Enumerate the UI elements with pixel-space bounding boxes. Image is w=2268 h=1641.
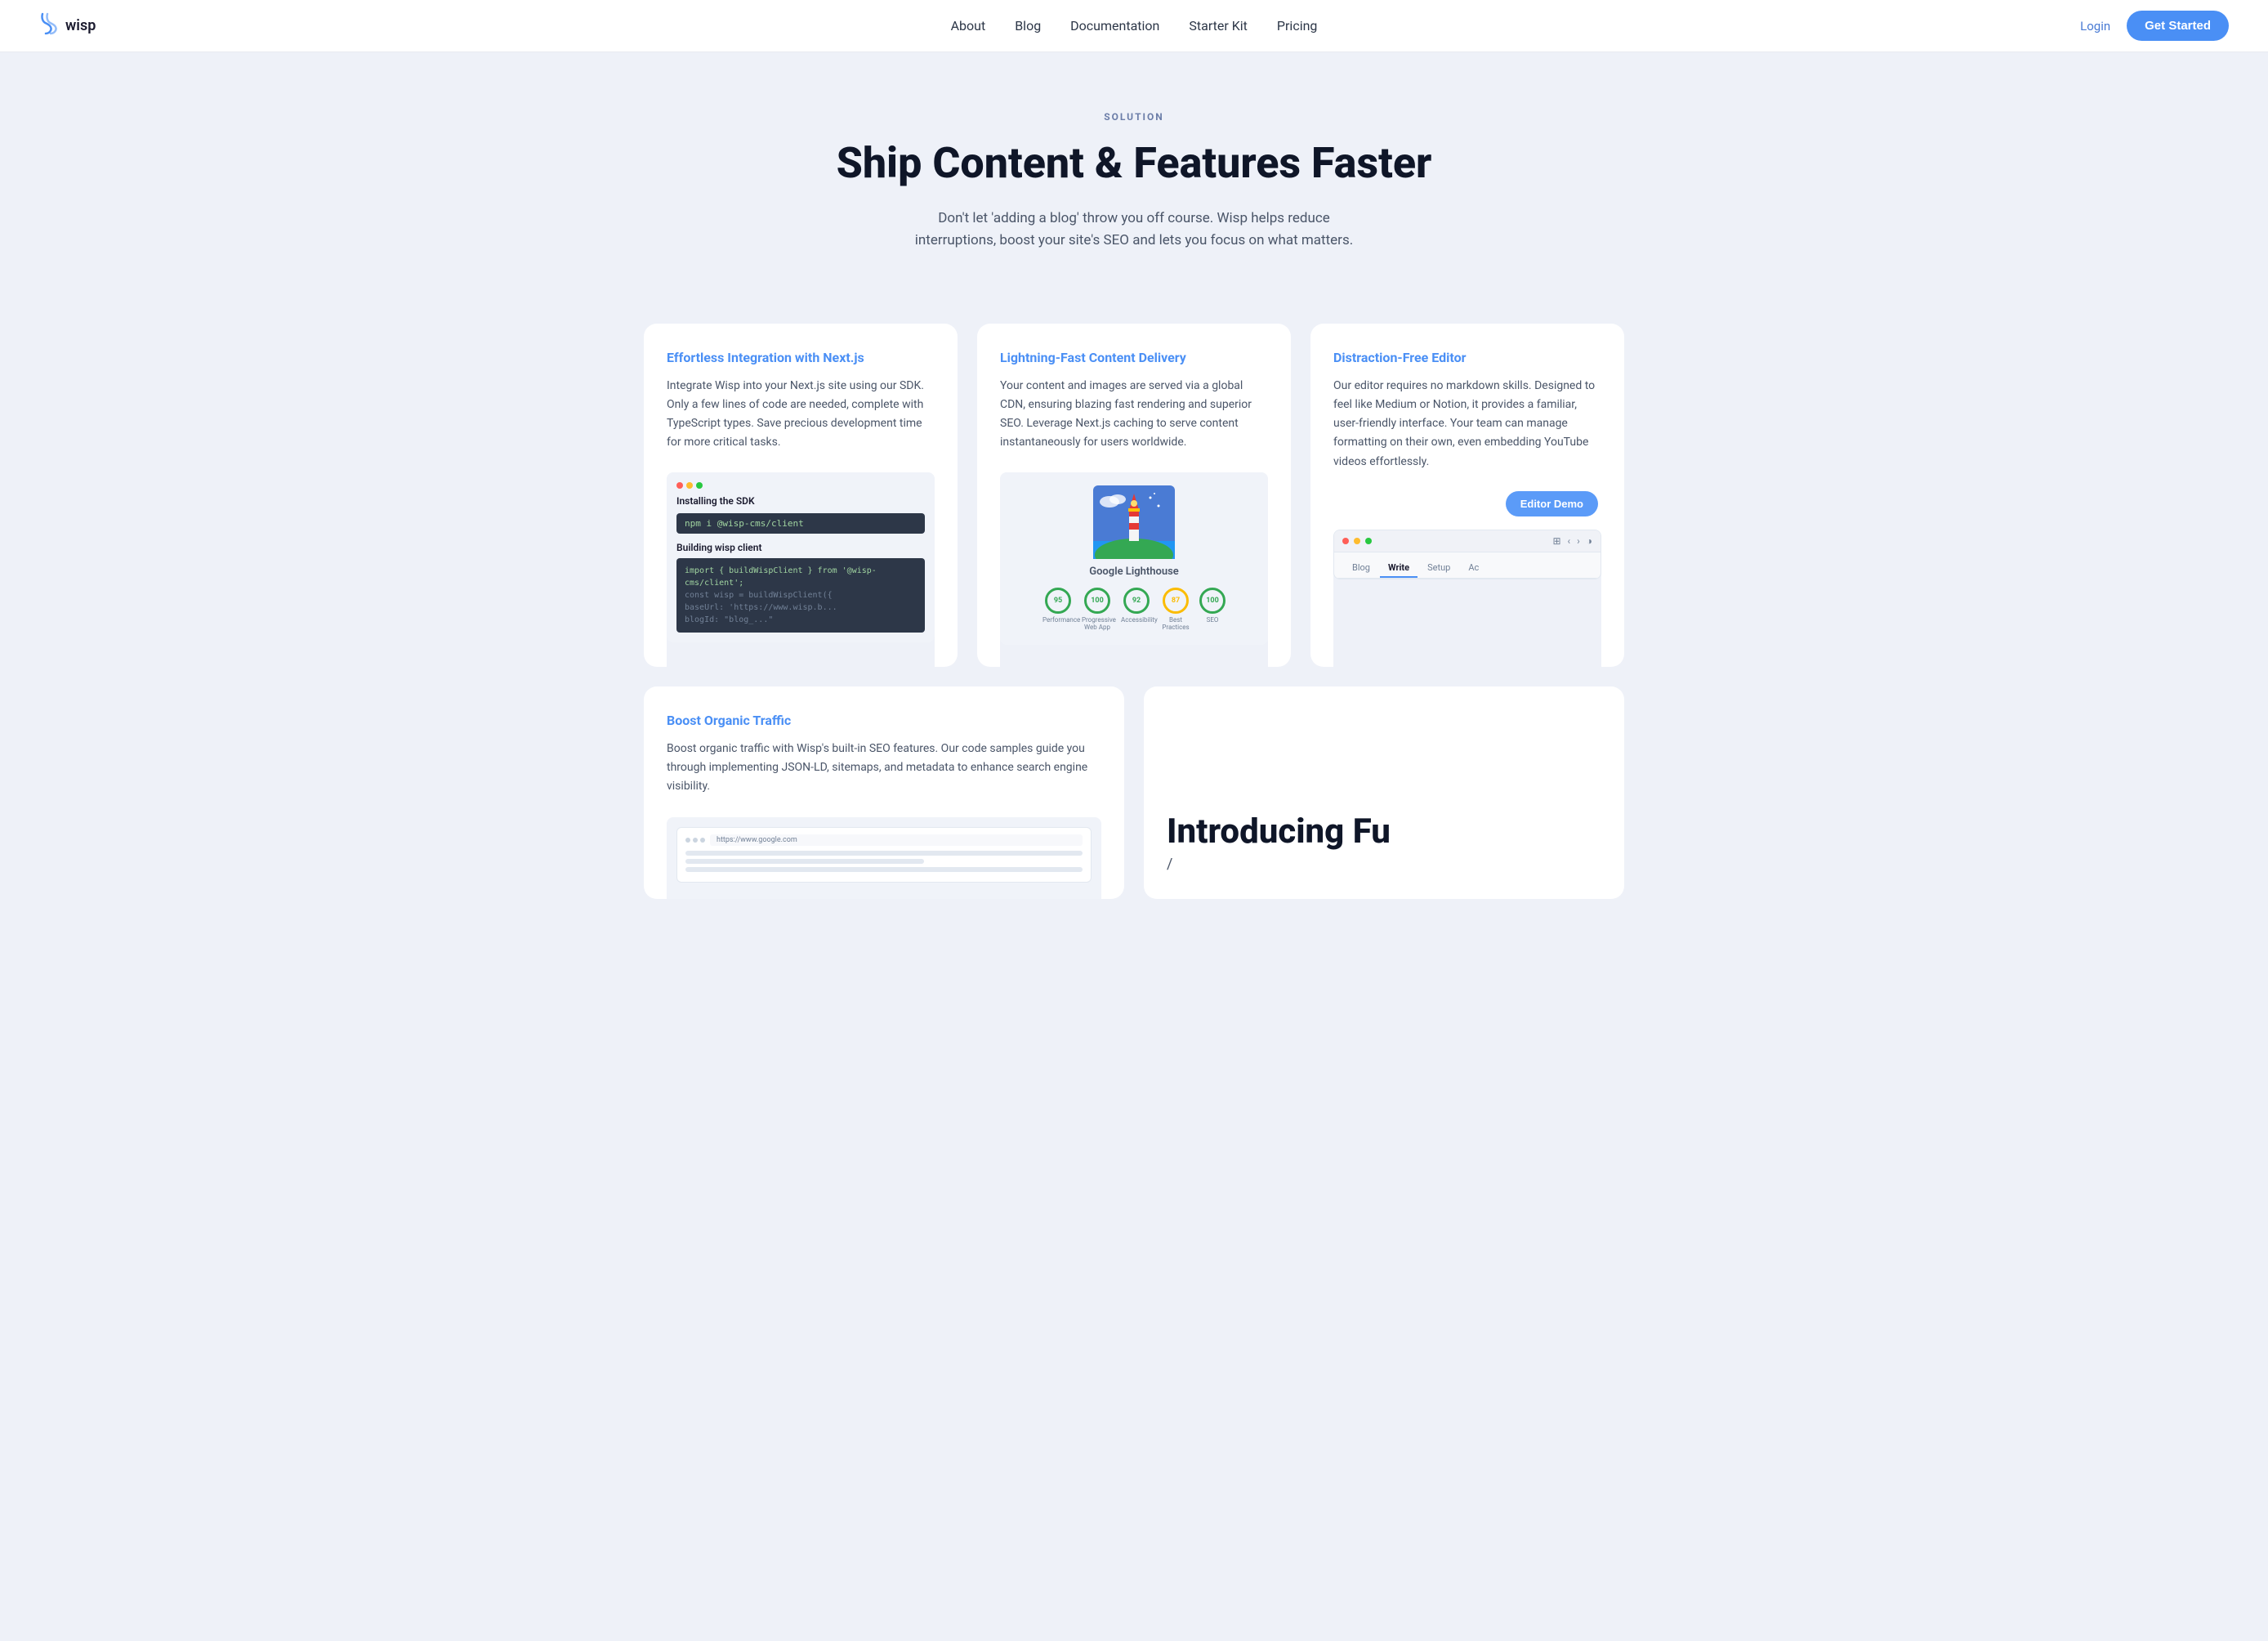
card-cdn-title: Lightning-Fast Content Delivery [1000, 350, 1268, 365]
cards-grid-bottom: Boost Organic Traffic Boost organic traf… [644, 686, 1624, 899]
editor-tab-ac[interactable]: Ac [1460, 559, 1487, 578]
mockup-cmd: npm i @wisp-cms/client [676, 513, 925, 534]
lh-score-circle-acc: 92 [1123, 588, 1150, 614]
code-line-1: import { buildWispClient } from '@wisp-c… [685, 565, 917, 589]
lighthouse-scores: 95 Performance 100 Progressive Web App 9… [1042, 588, 1226, 632]
nav-link-starter[interactable]: Starter Kit [1189, 18, 1248, 34]
card-introducing: Introducing Fu / [1144, 686, 1624, 899]
content-line-1 [685, 851, 1083, 856]
editor-bar: ⊞ ‹ › ◑ [1334, 530, 1601, 552]
editor-demo-button[interactable]: Editor Demo [1506, 491, 1598, 516]
content-line-3 [685, 867, 1083, 872]
content-line-2 [685, 859, 924, 864]
card-cdn-body: Your content and images are served via a… [1000, 377, 1268, 452]
bm-dot-1 [685, 838, 690, 843]
hero-subtitle: Don't let 'adding a blog' throw you off … [905, 208, 1363, 252]
editor-tab-setup[interactable]: Setup [1419, 559, 1458, 578]
editor-tab-write[interactable]: Write [1380, 559, 1418, 578]
lh-score-circle-seo: 100 [1199, 588, 1226, 614]
lh-score-label-seo: SEO [1207, 616, 1219, 624]
hero-tag: SOLUTION [39, 111, 2229, 123]
card-seo-body: Boost organic traffic with Wisp's built-… [667, 740, 1101, 796]
mockup-code-block: import { buildWispClient } from '@wisp-c… [676, 558, 925, 633]
editor-dot-red [1342, 538, 1349, 544]
nav-links: About Blog Documentation Starter Kit Pri… [951, 18, 1318, 34]
nav-link-pricing[interactable]: Pricing [1277, 18, 1318, 34]
layout-icon: ⊞ [1552, 535, 1560, 547]
mockup-section1: Installing the SDK [676, 495, 925, 507]
card-editor-body: Our editor requires no markdown skills. … [1333, 377, 1601, 471]
dot-red [676, 482, 683, 489]
lh-score-label-pwa: Progressive Web App [1082, 616, 1113, 632]
lh-score-label-bp: Best Practices [1160, 616, 1191, 632]
editor-mockup: ⊞ ‹ › ◑ Blog Write Setup Ac [1333, 530, 1601, 579]
card-cdn-mockup: Google Lighthouse 95 Performance 100 Pro… [1000, 472, 1268, 668]
browser-mockup: https://www.google.com [676, 827, 1092, 883]
nav-link-docs[interactable]: Documentation [1070, 18, 1159, 34]
features-section: Effortless Integration with Next.js Inte… [0, 291, 2268, 938]
hero-section: SOLUTION Ship Content & Features Faster … [0, 52, 2268, 291]
bm-dot-2 [693, 838, 698, 843]
lh-score-bp: 87 Best Practices [1160, 588, 1191, 632]
editor-dot-green [1365, 538, 1372, 544]
bm-dot-3 [700, 838, 705, 843]
editor-tabs: Blog Write Setup Ac [1334, 552, 1601, 579]
lh-score-circle-bp: 87 [1163, 588, 1189, 614]
lh-score-seo: 100 SEO [1199, 588, 1226, 632]
code-mockup: Installing the SDK npm i @wisp-cms/clien… [667, 472, 935, 642]
lh-score-label-perf: Performance [1042, 616, 1074, 624]
card-seo-mockup: https://www.google.com [667, 817, 1101, 899]
card-nextjs-mockup: Installing the SDK npm i @wisp-cms/clien… [667, 472, 935, 668]
editor-toolbar-icons: ⊞ ‹ › ◑ [1552, 535, 1592, 547]
logo-icon [39, 12, 59, 39]
code-line-3: baseUrl: 'https://www.wisp.b... [685, 601, 917, 614]
get-started-button[interactable]: Get Started [2127, 11, 2229, 41]
card-seo-title: Boost Organic Traffic [667, 713, 1101, 728]
browser-header: https://www.google.com [685, 834, 1083, 846]
hero-title: Ship Content & Features Faster [39, 139, 2229, 188]
card-editor: Distraction-Free Editor Our editor requi… [1310, 324, 1624, 667]
card-cdn: Lightning-Fast Content Delivery Your con… [977, 324, 1291, 667]
mockup-dots [676, 482, 925, 489]
browser-url: https://www.google.com [710, 834, 1083, 846]
dot-green [696, 482, 703, 489]
nav-actions: Login Get Started [2080, 11, 2229, 41]
card-seo: Boost Organic Traffic Boost organic traf… [644, 686, 1124, 899]
mockup-section2: Building wisp client [676, 542, 925, 553]
browser-dots [685, 838, 705, 843]
introducing-text: Introducing Fu [1167, 812, 1601, 852]
logo[interactable]: wisp [39, 12, 96, 39]
login-link[interactable]: Login [2080, 19, 2110, 34]
lh-score-pwa: 100 Progressive Web App [1082, 588, 1113, 632]
lighthouse-mockup: Google Lighthouse 95 Performance 100 Pro… [1000, 472, 1268, 645]
card-editor-mockup: ⊞ ‹ › ◑ Blog Write Setup Ac [1333, 530, 1601, 668]
back-icon: ‹ [1568, 535, 1571, 547]
lh-score-perf: 95 Performance [1042, 588, 1074, 632]
lh-score-circle-perf: 95 [1045, 588, 1071, 614]
dot-yellow [686, 482, 693, 489]
editor-tab-blog[interactable]: Blog [1344, 559, 1378, 578]
code-line-2: const wisp = buildWispClient({ [685, 589, 917, 601]
lighthouse-graphic [1093, 485, 1175, 559]
card-nextjs: Effortless Integration with Next.js Inte… [644, 324, 958, 667]
lh-score-acc: 92 Accessibility [1121, 588, 1152, 632]
lh-score-circle-pwa: 100 [1084, 588, 1110, 614]
nav-link-blog[interactable]: Blog [1015, 18, 1041, 34]
card-nextjs-body: Integrate Wisp into your Next.js site us… [667, 377, 935, 452]
nav-link-about[interactable]: About [951, 18, 986, 34]
lighthouse-label: Google Lighthouse [1089, 566, 1179, 578]
lh-score-label-acc: Accessibility [1121, 616, 1152, 624]
introducing-sub: / [1167, 856, 1601, 873]
card-nextjs-title: Effortless Integration with Next.js [667, 350, 935, 365]
code-line-4: blogId: "blog_..." [685, 614, 917, 626]
cards-grid-top: Effortless Integration with Next.js Inte… [644, 324, 1624, 667]
navbar: wisp About Blog Documentation Starter Ki… [0, 0, 2268, 52]
card-editor-title: Distraction-Free Editor [1333, 350, 1601, 365]
forward-icon: › [1577, 535, 1580, 547]
editor-dot-yellow [1354, 538, 1360, 544]
logo-text: wisp [65, 17, 96, 34]
theme-icon: ◑ [1587, 535, 1592, 547]
